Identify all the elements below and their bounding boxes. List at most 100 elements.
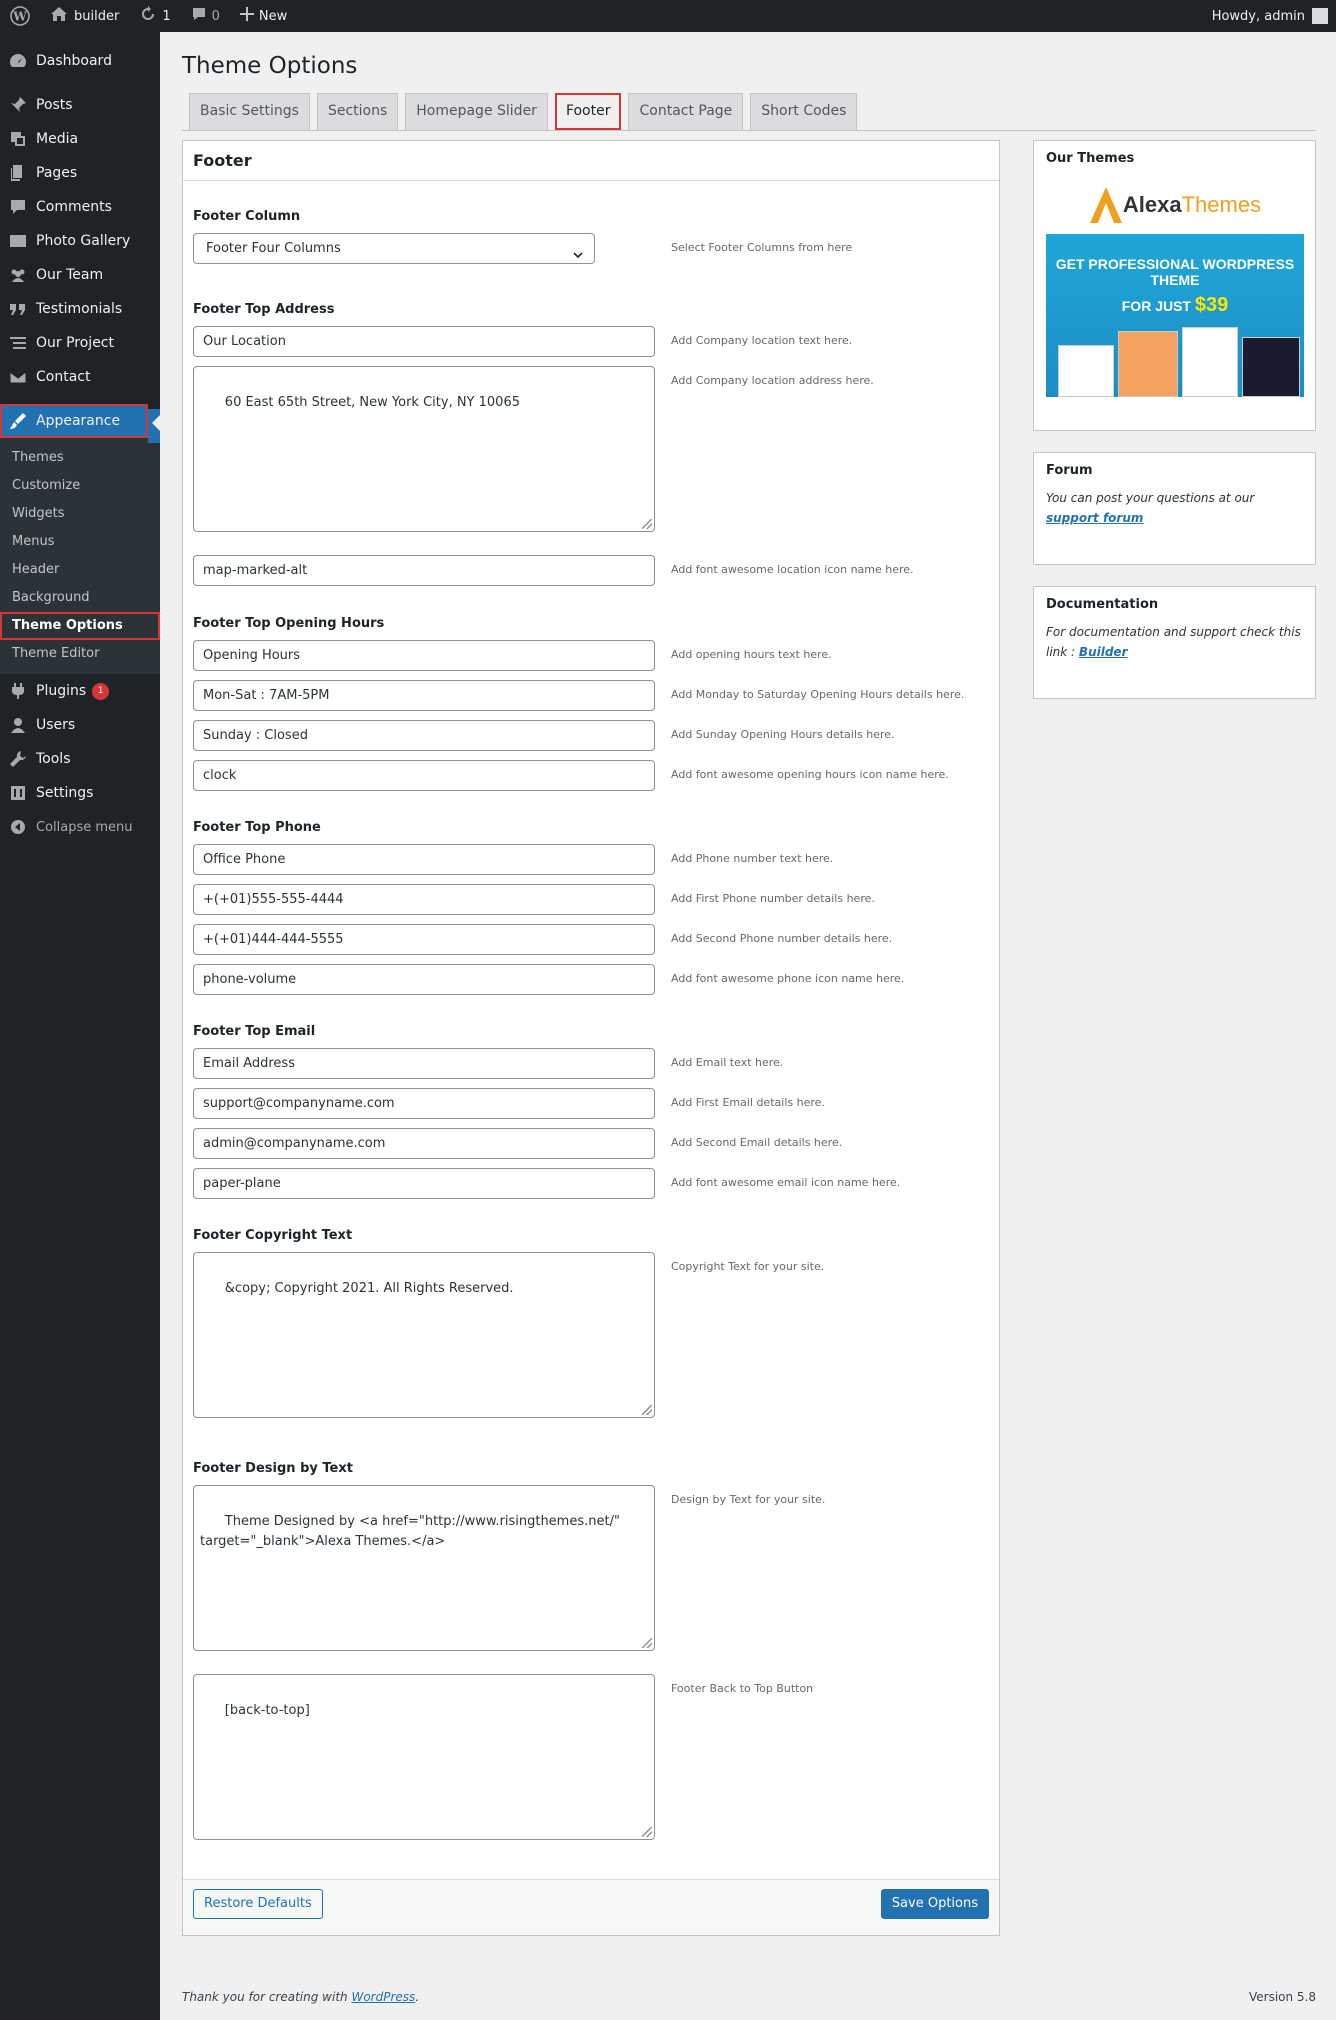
address-text-input[interactable]: Our Location [193,326,655,357]
site-name-link[interactable]: builder [40,0,129,32]
menu-testimonials[interactable]: Testimonials [0,292,160,326]
back-to-top-textarea[interactable]: [back-to-top] [193,1674,655,1840]
address-icon-input[interactable]: map-marked-alt [193,555,655,586]
email-second-input[interactable]: admin@companyname.com [193,1128,655,1159]
wordpress-link[interactable]: WordPress [351,1990,415,2004]
footer-column-label: Footer Column [193,209,301,224]
copyright-textarea[interactable]: &copy; Copyright 2021. All Rights Reserv… [193,1252,655,1418]
menu-settings[interactable]: Settings [0,776,160,810]
updates-link[interactable]: 1 [129,0,180,32]
new-label: New [258,8,288,24]
menu-tools[interactable]: Tools [0,742,160,776]
submenu-customize[interactable]: Customize [0,472,160,500]
tab-short-codes[interactable]: Short Codes [750,93,858,130]
menu-pages[interactable]: Pages [0,156,160,190]
svg-text:W: W [12,10,27,24]
resize-handle-icon[interactable] [642,519,652,529]
footer-column-select[interactable]: Footer Four Columns [193,233,595,264]
submenu-theme-options[interactable]: Theme Options [0,612,160,640]
menu-label: Photo Gallery [36,233,131,249]
menu-media[interactable]: Media [0,122,160,156]
email-text-desc: Add Email text here. [671,1056,784,1069]
menu-appearance[interactable]: Appearance [0,404,148,438]
resize-handle-icon[interactable] [642,1638,652,1648]
email-text-input[interactable]: Email Address [193,1048,655,1079]
plug-icon [8,681,28,701]
tab-basic-settings[interactable]: Basic Settings [189,93,310,130]
address-value: 60 East 65th Street, New York City, NY 1… [224,395,520,410]
theme-screenshot [1182,327,1238,397]
my-account-link[interactable]: Howdy, admin [1202,0,1336,32]
themes-promo-banner[interactable]: Alexa Themes GET PROFESSIONAL WORDPRESS T… [1046,176,1304,397]
hours-icon-input[interactable]: clock [193,760,655,791]
menu-label: Testimonials [36,301,123,317]
phone-text-input[interactable]: Office Phone [193,844,655,875]
tab-sections[interactable]: Sections [316,93,399,130]
version-label: Version 5.8 [1248,1990,1316,2004]
builder-docs-link[interactable]: Builder [1079,645,1128,659]
alexa-themes-logo: Alexa Themes [1046,176,1304,234]
phone-second-input[interactable]: +(+01)444-444-5555 [193,924,655,955]
hours-group-label: Footer Top Opening Hours [193,616,385,631]
comments-link[interactable]: 0 [181,0,230,32]
promo-image: GET PROFESSIONAL WORDPRESS THEME FOR JUS… [1046,234,1304,397]
email-icon-input[interactable]: paper-plane [193,1168,655,1199]
tab-footer[interactable]: Footer [554,93,622,130]
menu-photo-gallery[interactable]: Photo Gallery [0,224,160,258]
design-by-textarea[interactable]: Theme Designed by <a href="http://www.ri… [193,1485,655,1651]
page-title: Theme Options [182,53,358,79]
tab-contact-page[interactable]: Contact Page [628,93,744,130]
address-text-desc: Add Company location text here. [671,334,853,347]
save-options-button[interactable]: Save Options [880,1889,989,1919]
wrench-icon [8,749,28,769]
submenu-themes[interactable]: Themes [0,444,160,472]
hours-text-input[interactable]: Opening Hours [193,640,655,671]
menu-comments[interactable]: Comments [0,190,160,224]
phone-icon-desc: Add font awesome phone icon name here. [671,972,905,985]
menu-label: Our Project [36,335,114,351]
site-name-label: builder [74,8,120,24]
gallery-icon [8,231,28,251]
back-to-top-desc: Footer Back to Top Button [671,1682,814,1695]
phone-icon-input[interactable]: phone-volume [193,964,655,995]
logo-text-2: Themes [1181,192,1262,217]
hours-sunday-input[interactable]: Sunday : Closed [193,720,655,751]
tab-homepage-slider[interactable]: Homepage Slider [405,93,548,130]
submenu-header[interactable]: Header [0,556,160,584]
home-icon [50,6,68,26]
menu-label: Media [36,131,79,147]
collapse-menu-button[interactable]: Collapse menu [0,810,160,844]
phone-text-desc: Add Phone number text here. [671,852,834,865]
phone-first-input[interactable]: +(+01)555-555-4444 [193,884,655,915]
hours-weekday-input[interactable]: Mon-Sat : 7AM-5PM [193,680,655,711]
new-content-link[interactable]: New [230,0,297,32]
submenu-theme-editor[interactable]: Theme Editor [0,640,160,668]
collapse-label: Collapse menu [36,819,133,835]
address-textarea[interactable]: 60 East 65th Street, New York City, NY 1… [193,366,655,532]
email-first-input[interactable]: support@companyname.com [193,1088,655,1119]
support-forum-link[interactable]: support forum [1046,511,1143,525]
submenu-background[interactable]: Background [0,584,160,612]
email-second-desc: Add Second Email details here. [671,1136,843,1149]
pages-icon [8,163,28,183]
menu-plugins[interactable]: Plugins 1 [0,674,160,708]
menu-contact[interactable]: Contact [0,360,160,394]
menu-posts[interactable]: Posts [0,88,160,122]
restore-defaults-button[interactable]: Restore Defaults [193,1889,323,1919]
menu-users[interactable]: Users [0,708,160,742]
resize-handle-icon[interactable] [642,1827,652,1837]
menu-label: Users [36,717,76,733]
resize-handle-icon[interactable] [642,1405,652,1415]
menu-dashboard[interactable]: Dashboard [0,44,160,78]
menu-our-team[interactable]: Our Team [0,258,160,292]
promo-price: $39 [1194,294,1229,316]
howdy-label: Howdy, admin [1211,8,1305,24]
wordpress-logo-icon[interactable]: W [0,0,40,32]
submenu-menus[interactable]: Menus [0,528,160,556]
menu-label: Our Team [36,267,104,283]
submenu-widgets[interactable]: Widgets [0,500,160,528]
design-by-value: Theme Designed by <a href="http://www.ri… [200,1514,620,1549]
menu-our-project[interactable]: Our Project [0,326,160,360]
address-desc: Add Company location address here. [671,374,874,387]
copyright-value: &copy; Copyright 2021. All Rights Reserv… [224,1281,514,1296]
